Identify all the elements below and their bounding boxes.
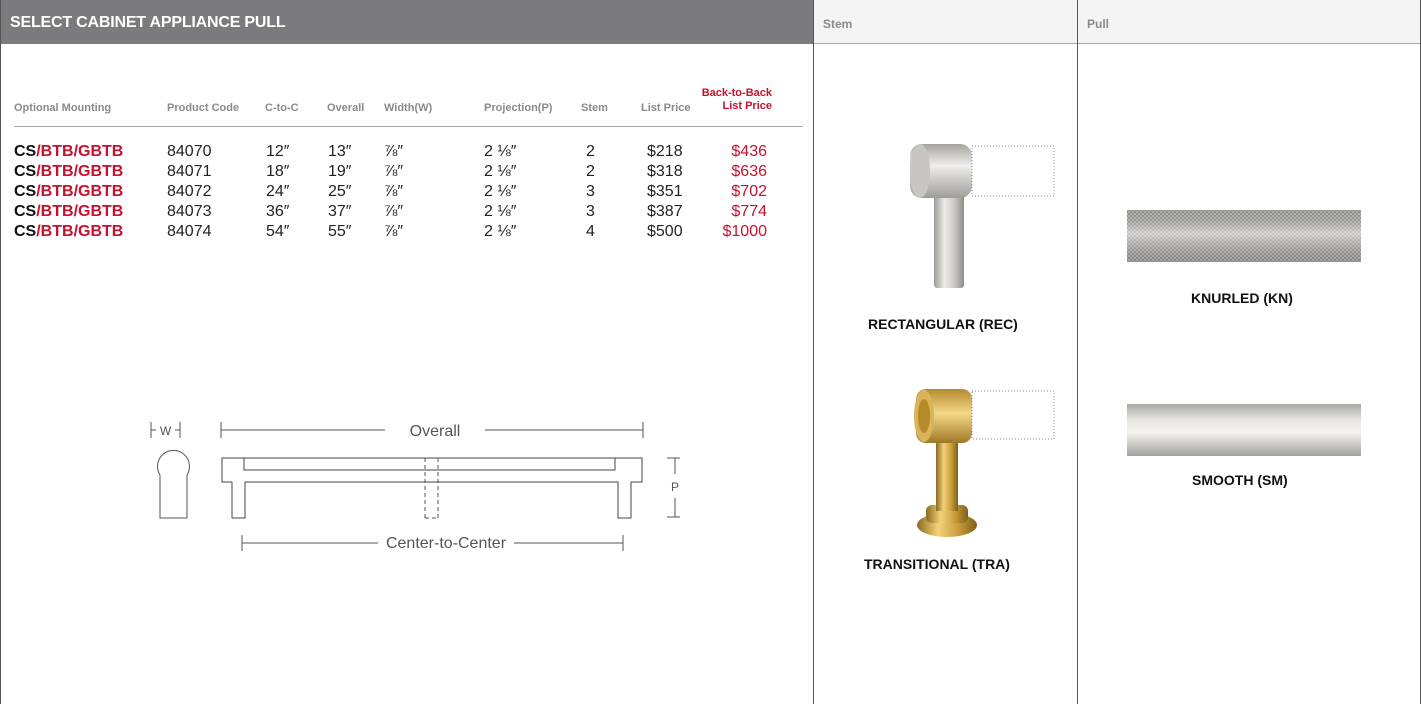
col-overall: Overall <box>327 102 365 114</box>
cell-list-price: $500 <box>647 223 683 240</box>
table-row: CS/BTB/GBTB 84070 12″ 13″ ⅞″ 2 ⅛″ 2 $218 $436 <box>0 143 813 161</box>
pull-header-label: Pull <box>1087 17 1110 31</box>
rectangular-stem-caption: RECTANGULAR (REC) <box>868 316 1018 332</box>
cell-width: ⅞″ <box>384 163 404 180</box>
center-to-center-label: Center-to-Center <box>386 535 507 552</box>
cell-stem: 3 <box>586 203 595 220</box>
cell-list-price: $218 <box>647 143 683 160</box>
knurled-pull-image <box>1127 210 1361 262</box>
table-row: CS/BTB/GBTB 84071 18″ 19″ ⅞″ 2 ⅛″ 2 $318 $636 <box>0 163 813 181</box>
cell-list-price: $351 <box>647 183 683 200</box>
stem-column-divider <box>813 0 814 704</box>
cell-overall: 13″ <box>328 143 352 160</box>
cell-optional-mounting: CS/BTB/GBTB <box>14 183 123 201</box>
col-product-code: Product Code <box>167 102 240 114</box>
stem-column-header: Stem <box>813 0 1077 44</box>
cell-c-to-c: 24″ <box>266 183 290 200</box>
pull-column-header: Pull <box>1077 0 1421 44</box>
mounting-cs: CS <box>14 163 37 180</box>
overall-label: Overall <box>410 423 461 440</box>
table-row: CS/BTB/GBTB 84072 24″ 25″ ⅞″ 2 ⅛″ 3 $351 $702 <box>0 183 813 201</box>
cell-stem: 2 <box>586 143 595 160</box>
cell-btb-list-price: $1000 <box>722 223 768 240</box>
col-btb-line1: Back-to-Back <box>701 87 772 99</box>
cell-width: ⅞″ <box>384 183 404 200</box>
transitional-stem-caption: TRANSITIONAL (TRA) <box>864 556 1010 572</box>
cell-overall: 19″ <box>328 163 352 180</box>
cell-overall: 37″ <box>328 203 352 220</box>
col-btb-line2: List Price <box>722 100 772 112</box>
cell-optional-mounting: CS/BTB/GBTB <box>14 203 123 221</box>
cell-c-to-c: 54″ <box>266 223 290 240</box>
cell-btb-list-price: $436 <box>731 143 767 160</box>
header-divider <box>14 126 803 127</box>
cell-projection: 2 ⅛″ <box>484 203 517 220</box>
cell-btb-list-price: $636 <box>731 163 767 180</box>
cell-width: ⅞″ <box>384 223 404 240</box>
cell-stem: 2 <box>586 163 595 180</box>
table-row: CS/BTB/GBTB 84074 54″ 55″ ⅞″ 2 ⅛″ 4 $500 $1000 <box>0 223 813 241</box>
cell-product-code: 84072 <box>167 183 212 200</box>
title-bar: SELECT CABINET APPLIANCE PULL <box>0 0 813 44</box>
cell-product-code: 84073 <box>167 203 212 220</box>
cell-btb-list-price: $774 <box>731 203 767 220</box>
col-width: Width(W) <box>384 102 433 114</box>
cell-projection: 2 ⅛″ <box>484 163 517 180</box>
cell-optional-mounting: CS/BTB/GBTB <box>14 143 123 161</box>
mounting-btb: /BTB/GBTB <box>36 183 124 200</box>
mounting-btb: /BTB/GBTB <box>36 203 124 220</box>
left-border <box>0 0 1 704</box>
mounting-cs: CS <box>14 183 37 200</box>
mounting-btb: /BTB/GBTB <box>36 163 124 180</box>
smooth-pull-caption: SMOOTH (SM) <box>1192 472 1288 488</box>
cell-c-to-c: 18″ <box>266 163 290 180</box>
cell-product-code: 84074 <box>167 223 212 240</box>
cell-stem: 3 <box>586 183 595 200</box>
dimension-diagram: W Overall P Center-to-Center <box>150 422 680 552</box>
col-projection: Projection(P) <box>484 102 553 114</box>
cell-list-price: $387 <box>647 203 683 220</box>
cell-btb-list-price: $702 <box>731 183 767 200</box>
table-row: CS/BTB/GBTB 84073 36″ 37″ ⅞″ 2 ⅛″ 3 $387 $774 <box>0 203 813 221</box>
transitional-stem-image <box>914 389 1055 537</box>
col-c-to-c: C-to-C <box>265 102 299 114</box>
rectangular-stem-image <box>910 144 1055 288</box>
knurled-pull-caption: KNURLED (KN) <box>1191 290 1293 306</box>
mounting-btb: /BTB/GBTB <box>36 143 124 160</box>
col-list-price: List Price <box>641 102 691 114</box>
cell-overall: 25″ <box>328 183 352 200</box>
mounting-btb: /BTB/GBTB <box>36 223 124 240</box>
col-optional-mounting: Optional Mounting <box>14 102 112 114</box>
w-label: W <box>160 424 172 438</box>
cell-c-to-c: 12″ <box>266 143 290 160</box>
cell-product-code: 84070 <box>167 143 212 160</box>
cell-overall: 55″ <box>328 223 352 240</box>
mounting-cs: CS <box>14 203 37 220</box>
col-btb-list-price: Back-to-Back List Price <box>690 87 772 113</box>
smooth-pull-image <box>1127 404 1361 456</box>
mounting-cs: CS <box>14 223 37 240</box>
cell-optional-mounting: CS/BTB/GBTB <box>14 223 123 241</box>
cell-projection: 2 ⅛″ <box>484 223 517 240</box>
cell-list-price: $318 <box>647 163 683 180</box>
spec-sheet: SELECT CABINET APPLIANCE PULL Stem Pull … <box>0 0 1421 704</box>
page-title: SELECT CABINET APPLIANCE PULL <box>10 14 286 31</box>
mounting-cs: CS <box>14 143 37 160</box>
cell-product-code: 84071 <box>167 163 212 180</box>
cell-optional-mounting: CS/BTB/GBTB <box>14 163 123 181</box>
cell-projection: 2 ⅛″ <box>484 183 517 200</box>
cell-width: ⅞″ <box>384 143 404 160</box>
p-label: P <box>671 480 679 494</box>
stem-header-label: Stem <box>823 17 853 31</box>
cell-width: ⅞″ <box>384 203 404 220</box>
pull-column-divider <box>1077 0 1078 704</box>
col-stem: Stem <box>581 102 608 114</box>
cell-c-to-c: 36″ <box>266 203 290 220</box>
cell-stem: 4 <box>586 223 595 240</box>
cell-projection: 2 ⅛″ <box>484 143 517 160</box>
